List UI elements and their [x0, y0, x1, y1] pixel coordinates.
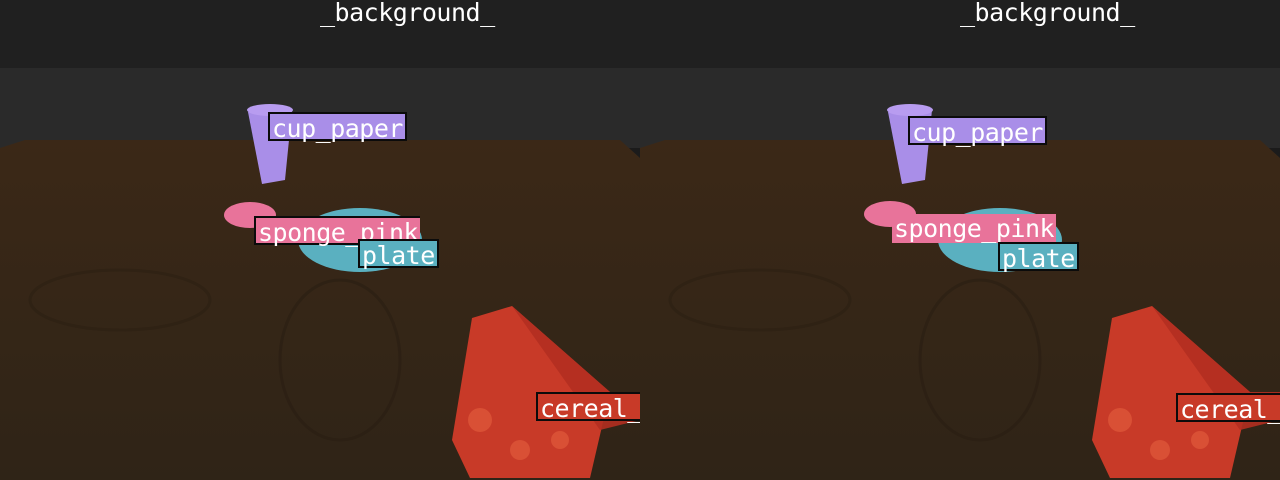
cup-rim: [887, 104, 933, 116]
background-label: _background_: [320, 0, 495, 27]
cereal-box-decoration: [1108, 408, 1132, 432]
sponge-pink-label: sponge_pink: [892, 214, 1057, 243]
cereal-box-decoration: [551, 431, 569, 449]
background-label: _background_: [960, 0, 1135, 27]
cereal-box-decoration: [1191, 431, 1209, 449]
plate-label: plate: [998, 242, 1079, 273]
cereal-label: cereal_: [1176, 393, 1280, 424]
cereal-box-decoration: [510, 440, 530, 460]
cup-paper-label: cup_paper: [268, 112, 407, 143]
segmentation-comparison: _background_ cup_paper sponge_pink plate…: [0, 0, 1280, 480]
cereal-box-decoration: [1150, 440, 1170, 460]
right-panel: _background_ cup_paper sponge_pink plate…: [640, 0, 1280, 480]
left-panel: _background_ cup_paper sponge_pink plate…: [0, 0, 640, 480]
cereal-label: cereal_: [536, 392, 640, 423]
cereal-box-decoration: [468, 408, 492, 432]
plate-label: plate: [358, 239, 439, 270]
cup-paper-label: cup_paper: [908, 116, 1047, 147]
